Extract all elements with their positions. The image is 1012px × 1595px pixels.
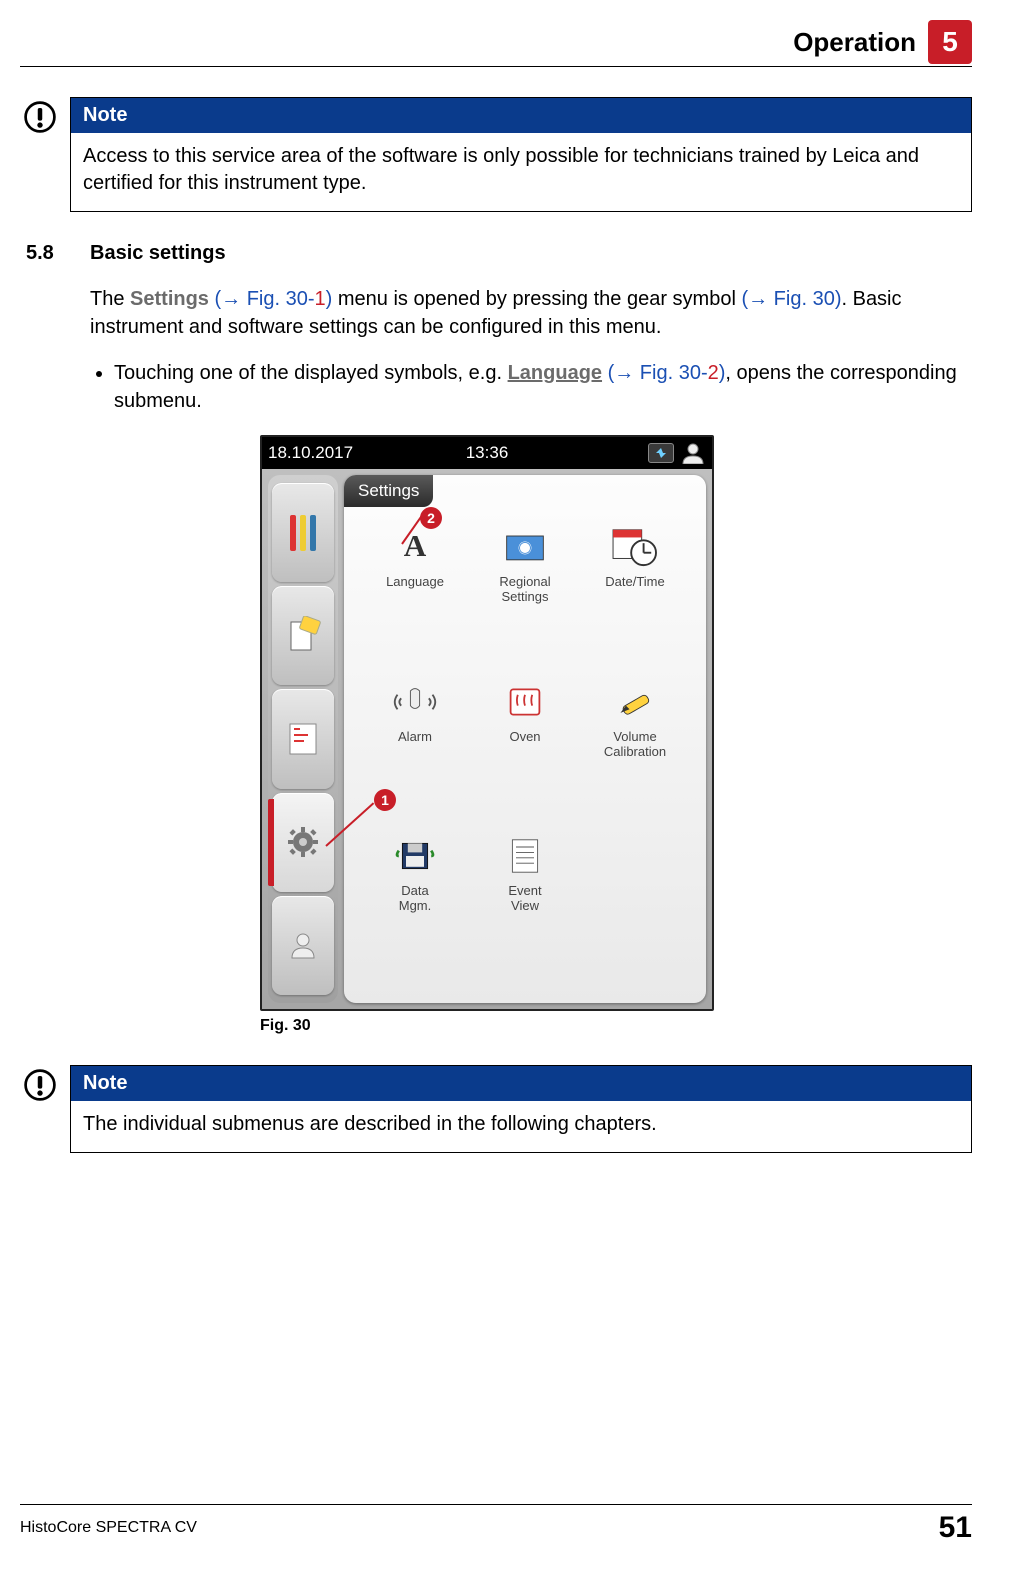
tile-language[interactable]: A Language <box>362 523 468 674</box>
panel-title-tab: Settings <box>344 475 433 507</box>
sidebar-btn-settings[interactable] <box>272 793 334 892</box>
chapter-badge: 5 <box>928 20 972 64</box>
figure-caption: Fig. 30 <box>260 1017 714 1035</box>
bullet-1: Touching one of the displayed symbols, e… <box>114 359 972 415</box>
device-sidebar <box>268 475 338 1003</box>
language-icon: A <box>388 523 442 571</box>
tile-label: Language <box>386 575 444 590</box>
tile-empty <box>582 832 688 983</box>
tile-label: VolumeCalibration <box>604 730 666 760</box>
language-ref: Language <box>508 362 602 384</box>
tile-regional[interactable]: RegionalSettings <box>472 523 578 674</box>
marker-icon <box>608 678 662 726</box>
tile-volume-calibration[interactable]: VolumeCalibration <box>582 678 688 829</box>
flag-icon <box>498 523 552 571</box>
status-icon[interactable] <box>648 443 674 463</box>
oven-icon <box>498 678 552 726</box>
note-icon <box>20 1065 60 1153</box>
note-body: Access to this service area of the softw… <box>71 133 971 211</box>
bullet-list: Touching one of the displayed symbols, e… <box>90 359 972 415</box>
sidebar-btn-programs[interactable] <box>272 689 334 788</box>
settings-ref: Settings <box>130 288 209 310</box>
note-icon <box>20 97 60 212</box>
user-icon[interactable] <box>680 442 706 464</box>
device-topbar: 18.10.2017 13:36 <box>262 437 712 469</box>
document-icon <box>498 832 552 880</box>
callout-2: 2 <box>420 507 442 529</box>
alarm-icon <box>388 678 442 726</box>
note-body: The individual submenus are described in… <box>71 1101 971 1152</box>
note-header: Note <box>71 98 971 133</box>
tile-event-view[interactable]: EventView <box>472 832 578 983</box>
tile-oven[interactable]: Oven <box>472 678 578 829</box>
note-box-2: Note The individual submenus are describ… <box>20 1065 972 1153</box>
tile-label: EventView <box>508 884 541 914</box>
section-title: Basic settings <box>90 242 226 265</box>
footer-product: HistoCore SPECTRA CV <box>20 1519 197 1537</box>
floppy-icon <box>388 832 442 880</box>
tile-data-mgm[interactable]: DataMgm. <box>362 832 468 983</box>
gear-icon <box>287 826 319 858</box>
paragraph-1: The Settings (→ Fig. 30-1) menu is opene… <box>90 285 972 341</box>
tile-label: DataMgm. <box>399 884 432 914</box>
active-indicator <box>268 799 274 886</box>
section-number: 5.8 <box>26 242 66 265</box>
callout-1: 1 <box>374 789 396 811</box>
topbar-time: 13:36 <box>466 443 509 463</box>
calendar-clock-icon <box>608 523 662 571</box>
section-heading: 5.8 Basic settings <box>26 242 972 265</box>
note-box-1: Note Access to this service area of the … <box>20 97 972 212</box>
tile-label: Date/Time <box>605 575 664 590</box>
tile-datetime[interactable]: Date/Time <box>582 523 688 674</box>
topbar-date: 18.10.2017 <box>268 443 353 463</box>
note-header: Note <box>71 1066 971 1101</box>
sidebar-btn-user[interactable] <box>272 896 334 995</box>
page-header: Operation 5 <box>20 20 972 67</box>
sidebar-btn-racks[interactable] <box>272 483 334 582</box>
sidebar-btn-consumables[interactable] <box>272 586 334 685</box>
footer-page: 51 <box>939 1511 972 1545</box>
tile-label: Oven <box>509 730 540 745</box>
figure-30: 18.10.2017 13:36 <box>260 435 714 1035</box>
device-screenshot: 18.10.2017 13:36 <box>260 435 714 1011</box>
settings-panel: Settings A Language RegionalSettings D <box>344 475 706 1003</box>
tile-label: RegionalSettings <box>499 575 550 605</box>
header-title: Operation <box>793 27 916 58</box>
page-footer: HistoCore SPECTRA CV 51 <box>20 1504 972 1545</box>
tile-label: Alarm <box>398 730 432 745</box>
